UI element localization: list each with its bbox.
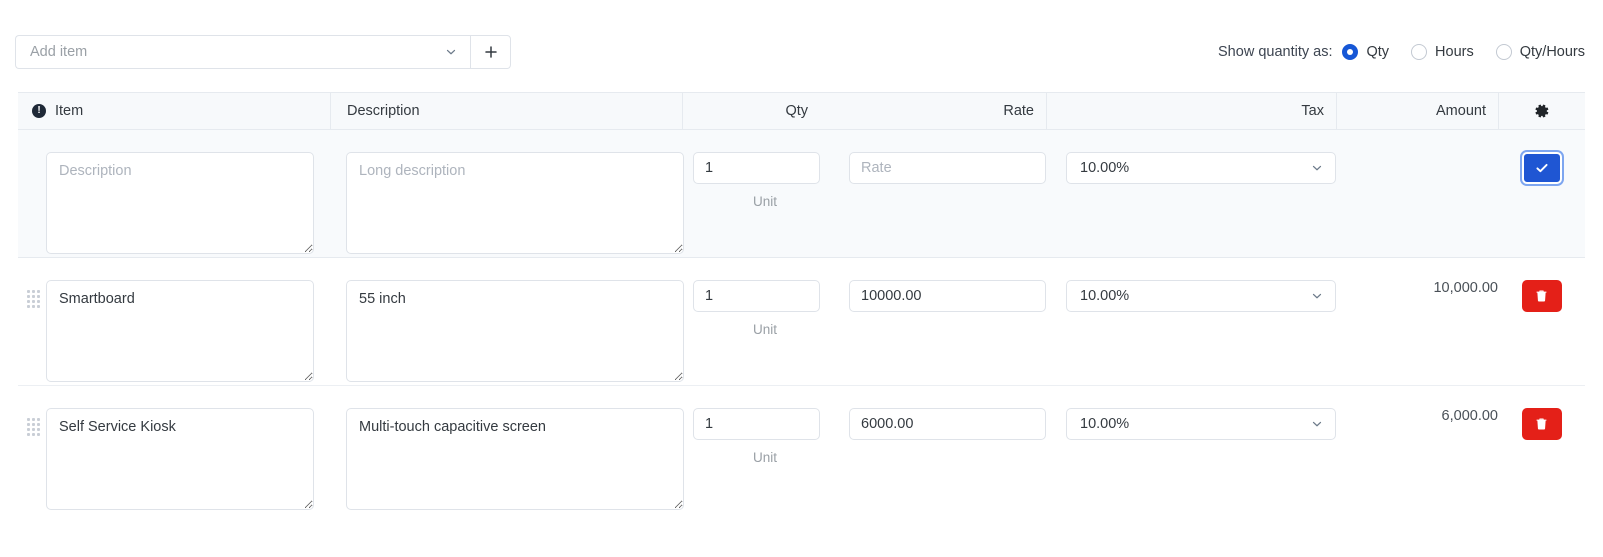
new-item-qty-input[interactable] bbox=[693, 152, 820, 184]
row-qty-cell: Unit bbox=[682, 258, 820, 337]
new-item-tax-cell: 10.00% bbox=[1046, 130, 1336, 184]
column-header-description: Description bbox=[330, 92, 682, 130]
radio-qty-hours-label: Qty/Hours bbox=[1519, 44, 1585, 60]
radio-option-hours[interactable]: Hours bbox=[1411, 44, 1474, 60]
add-item-placeholder-text: Add item bbox=[30, 44, 88, 60]
table-header-row: ! Item Description Qty Rate Tax Amount bbox=[18, 92, 1585, 130]
column-header-rate-label: Rate bbox=[1003, 103, 1034, 119]
new-item-tax-select[interactable]: 10.00% bbox=[1066, 152, 1336, 184]
row-rate-input[interactable] bbox=[849, 408, 1046, 440]
table-settings-button[interactable] bbox=[1498, 92, 1585, 130]
row-item-cell bbox=[46, 258, 330, 387]
column-header-qty: Qty bbox=[682, 92, 820, 130]
column-header-item-label: Item bbox=[55, 103, 84, 119]
new-item-amount bbox=[1336, 130, 1498, 152]
new-item-action-cell bbox=[1498, 130, 1585, 184]
new-item-tax-value: 10.00% bbox=[1080, 160, 1130, 176]
row-long-description-cell bbox=[330, 258, 684, 387]
row-drag-handle[interactable] bbox=[18, 386, 46, 436]
row-drag-handle[interactable] bbox=[18, 258, 46, 308]
line-items-editor: Add item Show quantity as: Qty Hours Qty… bbox=[0, 0, 1603, 557]
chevron-down-icon bbox=[1310, 161, 1324, 175]
row-qty-input[interactable] bbox=[693, 280, 820, 312]
row-amount: 6,000.00 bbox=[1441, 408, 1498, 424]
chevron-down-icon bbox=[444, 45, 458, 59]
line-items-table: ! Item Description Qty Rate Tax Amount D… bbox=[18, 92, 1585, 514]
chevron-down-icon bbox=[1310, 417, 1324, 431]
row-tax-select[interactable]: 10.00% bbox=[1066, 408, 1336, 440]
column-header-amount: Amount bbox=[1336, 92, 1498, 130]
radio-qty-indicator[interactable] bbox=[1342, 44, 1359, 60]
new-item-long-description-cell bbox=[330, 130, 684, 259]
new-item-rate-input[interactable] bbox=[849, 152, 1046, 184]
toolbar: Add item Show quantity as: Qty Hours Qty… bbox=[0, 0, 1603, 86]
gear-icon bbox=[1534, 103, 1550, 119]
table-row: Unit 10.00% 6,000.00 bbox=[18, 386, 1585, 514]
row-amount: 10,000.00 bbox=[1433, 280, 1498, 296]
column-header-tax-label: Tax bbox=[1301, 103, 1324, 119]
table-row: Unit 10.00% 10,000.00 bbox=[18, 258, 1585, 386]
confirm-line-item-button[interactable] bbox=[1521, 152, 1562, 184]
delete-line-item-button[interactable] bbox=[1521, 408, 1562, 440]
row-tax-value: 10.00% bbox=[1080, 416, 1130, 432]
radio-qty-label: Qty bbox=[1366, 44, 1390, 60]
row-long-description-input[interactable] bbox=[346, 408, 684, 510]
new-line-item-row: Unit 10.00% bbox=[18, 130, 1585, 258]
column-header-item: ! Item bbox=[18, 92, 330, 130]
row-rate-cell bbox=[820, 258, 1046, 312]
column-header-amount-label: Amount bbox=[1436, 103, 1486, 119]
row-action-cell bbox=[1498, 258, 1585, 312]
column-header-rate: Rate bbox=[820, 92, 1046, 130]
row-unit-label: Unit bbox=[752, 450, 777, 465]
row-qty-input[interactable] bbox=[693, 408, 820, 440]
new-item-unit-label: Unit bbox=[752, 194, 777, 209]
row-tax-value: 10.00% bbox=[1080, 288, 1130, 304]
trash-icon bbox=[1534, 417, 1549, 432]
row-handle-placeholder bbox=[18, 130, 46, 162]
column-header-description-label: Description bbox=[347, 103, 420, 119]
radio-hours-indicator[interactable] bbox=[1411, 44, 1428, 60]
add-item-select[interactable]: Add item bbox=[15, 35, 470, 69]
chevron-down-icon bbox=[1310, 289, 1324, 303]
column-header-qty-label: Qty bbox=[785, 103, 808, 119]
new-item-rate-cell bbox=[820, 130, 1046, 184]
column-header-tax: Tax bbox=[1046, 92, 1336, 130]
info-icon: ! bbox=[32, 104, 46, 118]
row-action-cell bbox=[1498, 386, 1585, 440]
drag-handle-icon[interactable] bbox=[26, 418, 40, 436]
new-item-cell bbox=[46, 130, 330, 259]
row-unit-label: Unit bbox=[752, 322, 777, 337]
row-long-description-input[interactable] bbox=[346, 280, 684, 382]
row-rate-cell bbox=[820, 386, 1046, 440]
new-item-description-input[interactable] bbox=[46, 152, 314, 254]
radio-option-qty[interactable]: Qty bbox=[1342, 44, 1389, 60]
row-qty-cell: Unit bbox=[682, 386, 820, 465]
radio-qty-hours-indicator[interactable] bbox=[1495, 44, 1512, 60]
row-long-description-cell bbox=[330, 386, 684, 515]
row-tax-select[interactable]: 10.00% bbox=[1066, 280, 1336, 312]
show-quantity-as-label: Show quantity as: bbox=[1218, 44, 1333, 60]
add-item-button[interactable] bbox=[470, 35, 511, 69]
row-rate-input[interactable] bbox=[849, 280, 1046, 312]
row-item-input[interactable] bbox=[46, 280, 314, 382]
row-tax-cell: 10.00% bbox=[1046, 258, 1336, 312]
row-item-cell bbox=[46, 386, 330, 515]
row-item-input[interactable] bbox=[46, 408, 314, 510]
radio-hours-label: Hours bbox=[1435, 44, 1474, 60]
delete-line-item-button[interactable] bbox=[1521, 280, 1562, 312]
radio-option-qty-hours[interactable]: Qty/Hours bbox=[1495, 44, 1585, 60]
add-item-group: Add item bbox=[15, 35, 511, 69]
show-quantity-as-group: Show quantity as: Qty Hours Qty/Hours bbox=[1218, 44, 1585, 60]
row-tax-cell: 10.00% bbox=[1046, 386, 1336, 440]
new-item-qty-cell: Unit bbox=[682, 130, 820, 209]
new-item-long-description-input[interactable] bbox=[346, 152, 684, 254]
drag-handle-icon[interactable] bbox=[26, 290, 40, 308]
check-icon bbox=[1534, 160, 1550, 176]
trash-icon bbox=[1534, 289, 1549, 304]
